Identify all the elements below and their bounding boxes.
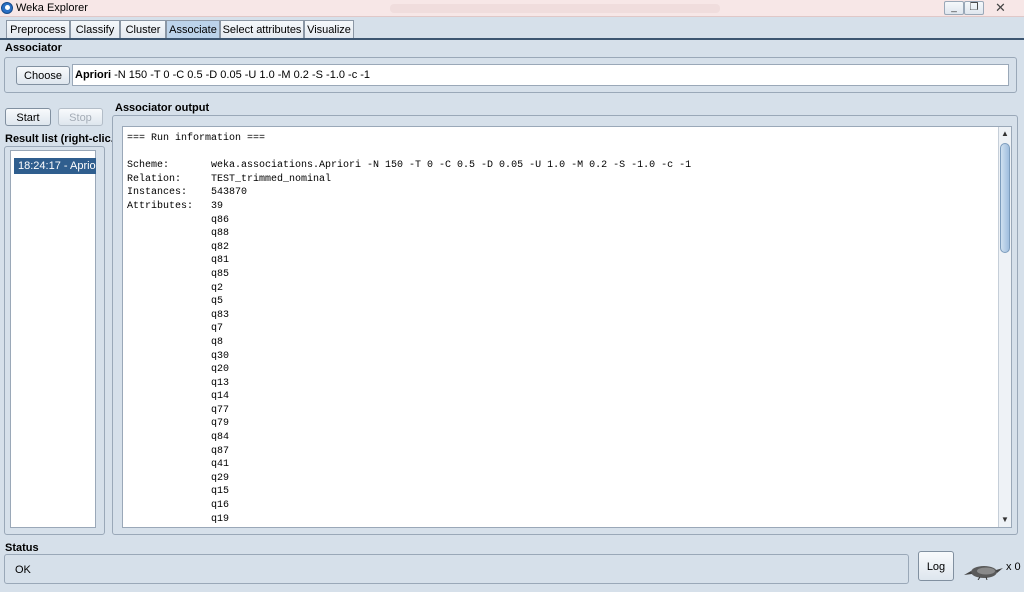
algorithm-name: Apriori	[75, 69, 112, 81]
window-title: Weka Explorer	[16, 2, 88, 14]
output-line: q83	[127, 309, 230, 321]
associator-output-label: Associator output	[115, 102, 210, 114]
tab-classify[interactable]: Classify	[70, 20, 120, 39]
output-line: === Run information ===	[127, 133, 266, 144]
output-line: q84	[127, 432, 230, 444]
output-line: q86	[127, 214, 230, 226]
output-line: q14	[127, 391, 230, 403]
output-line: q7	[127, 323, 224, 335]
weka-bird-icon[interactable]	[964, 562, 1004, 580]
output-line: q13	[127, 377, 230, 389]
output-line: Scheme: weka.associations.Apriori -N 150…	[127, 160, 692, 172]
output-line: q82	[127, 241, 230, 253]
task-count: x 0	[1006, 561, 1021, 573]
output-line: q29	[127, 472, 230, 484]
output-line: Attributes: 39	[127, 200, 224, 212]
restore-icon: ❐	[969, 2, 979, 13]
output-line: q77	[127, 404, 230, 416]
status-bar: OK	[4, 554, 909, 584]
output-line: q85	[127, 268, 230, 280]
tab-preprocess[interactable]: Preprocess	[6, 20, 70, 39]
output-line: q20	[127, 364, 230, 376]
output-line: q88	[127, 228, 230, 240]
blurred-title-region	[390, 4, 720, 13]
status-label: Status	[5, 542, 39, 554]
algorithm-options: -N 150 -T 0 -C 0.5 -D 0.05 -U 1.0 -M 0.2…	[111, 69, 371, 81]
output-line: q81	[127, 255, 230, 267]
result-list-label: Result list (right-clic...	[5, 133, 120, 145]
output-line: q79	[127, 418, 230, 430]
start-button[interactable]: Start	[5, 108, 51, 126]
tab-associate[interactable]: Associate	[166, 20, 220, 39]
output-text: === Run information === Scheme: weka.ass…	[127, 132, 691, 526]
output-line: q5	[127, 296, 224, 308]
close-button[interactable]: ✕	[995, 0, 1006, 16]
scroll-down-arrow-icon[interactable]: ▼	[999, 513, 1011, 527]
output-line: q87	[127, 445, 230, 457]
tab-visualize[interactable]: Visualize	[304, 20, 354, 39]
log-button[interactable]: Log	[918, 551, 954, 581]
associator-label: Associator	[5, 42, 62, 54]
output-line: q19	[127, 513, 230, 525]
weka-app-icon	[1, 2, 13, 14]
output-scrollbar[interactable]: ▲ ▼	[998, 127, 1011, 527]
associator-config-field[interactable]: Apriori -N 150 -T 0 -C 0.5 -D 0.05 -U 1.…	[72, 64, 1009, 86]
title-bar: Weka Explorer _ ❐ ✕	[0, 0, 1024, 17]
output-line: q15	[127, 486, 230, 498]
choose-button[interactable]: Choose	[16, 66, 70, 85]
minimize-icon: _	[951, 2, 957, 13]
tab-underline	[0, 38, 1024, 40]
output-line: q30	[127, 350, 230, 362]
scroll-up-arrow-icon[interactable]: ▲	[999, 127, 1011, 141]
associator-output-area[interactable]: === Run information === Scheme: weka.ass…	[122, 126, 1012, 528]
output-line: q8	[127, 336, 224, 348]
output-line: q16	[127, 500, 230, 512]
scrollbar-thumb[interactable]	[1000, 143, 1010, 253]
output-line: q2	[127, 282, 224, 294]
result-list[interactable]: 18:24:17 - Apriori	[10, 150, 96, 528]
minimize-button[interactable]: _	[944, 1, 964, 15]
status-text: OK	[15, 564, 31, 576]
output-line: Instances: 543870	[127, 187, 248, 199]
result-list-item[interactable]: 18:24:17 - Apriori	[14, 158, 96, 174]
restore-button[interactable]: ❐	[964, 1, 984, 15]
output-line: Relation: TEST_trimmed_nominal	[127, 173, 332, 185]
tab-cluster[interactable]: Cluster	[120, 20, 166, 39]
output-line: q41	[127, 459, 230, 471]
stop-button[interactable]: Stop	[58, 108, 103, 126]
tab-select-attributes[interactable]: Select attributes	[220, 20, 304, 39]
